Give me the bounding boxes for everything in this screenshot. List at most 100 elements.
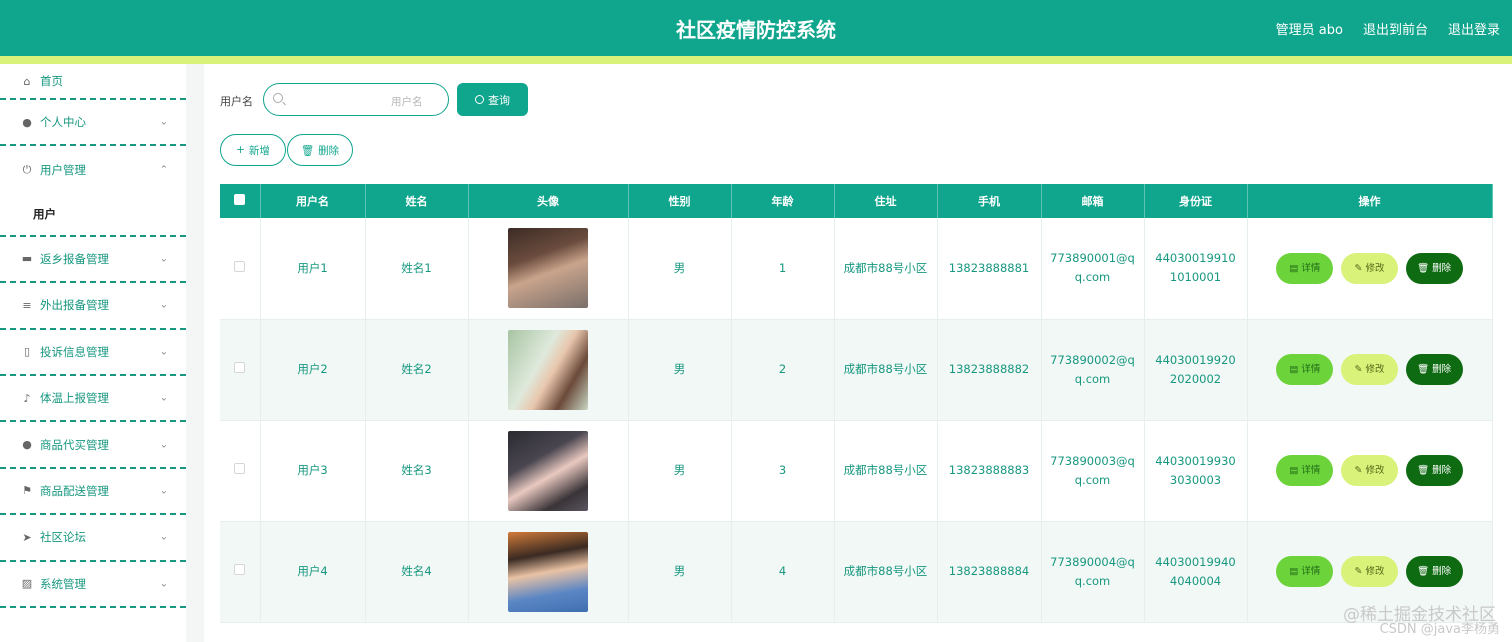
delete-button[interactable]: 🗑 删除	[1405, 556, 1463, 587]
detail-button[interactable]: ▤ 详情	[1276, 252, 1334, 284]
menu-icon: ≡	[22, 298, 32, 312]
sidebar-item-personal-center[interactable]: ● 个人中心 ⌄	[0, 100, 186, 147]
delete-label: 删除	[1432, 566, 1452, 577]
table-row: 用户2 姓名2 男 2 成都市88号小区 13823888882 7738900…	[220, 319, 1493, 421]
back-to-frontend-link[interactable]: 退出到前台	[1363, 19, 1428, 38]
edit-label: 修改	[1365, 262, 1385, 274]
edit-button[interactable]: ✎ 修改	[1341, 354, 1398, 385]
delete-button[interactable]: 🗑 删除	[1405, 455, 1463, 486]
detail-button[interactable]: ▤ 详情	[1276, 556, 1334, 587]
watermark-author: CSDN @java李杨勇	[1379, 622, 1500, 637]
sidebar-item-label: 首页	[40, 74, 63, 88]
cell-name: 姓名1	[365, 218, 469, 320]
chevron-down-icon: ⌄	[159, 578, 168, 590]
cell-address: 成都市88号小区	[834, 521, 938, 623]
bulk-delete-button[interactable]: 🗑 删除	[287, 134, 353, 166]
avatar	[508, 531, 588, 612]
detail-button[interactable]: ▤ 详情	[1276, 455, 1334, 486]
chevron-down-icon: ⌄	[159, 485, 168, 497]
pencil-icon: ✎	[1354, 465, 1363, 476]
cell-age: 1	[731, 218, 835, 320]
row-checkbox[interactable]	[234, 564, 246, 575]
column-header: 操作	[1247, 184, 1493, 218]
sidebar-item-complaints[interactable]: ▯ 投诉信息管理 ⌄	[0, 330, 186, 376]
cell-email: 773890002@qq.com	[1041, 319, 1145, 421]
column-header: 邮箱	[1041, 184, 1145, 218]
sidebar-item-home[interactable]: ⌂ 首页	[0, 64, 186, 100]
detail-button[interactable]: ▤ 详情	[1276, 354, 1334, 385]
header-accent-stripe	[0, 56, 1512, 64]
doc-icon: ▤	[1289, 262, 1299, 274]
delete-label: 删除	[1432, 262, 1452, 274]
sidebar-item-temperature[interactable]: ♪ 体温上报管理 ⌄	[0, 376, 186, 423]
doc-icon: ▤	[1289, 364, 1299, 375]
delete-button[interactable]: 🗑 删除	[1405, 354, 1463, 385]
doc-icon: ▤	[1289, 465, 1299, 476]
mic-icon: ♪	[23, 391, 31, 405]
select-all-checkbox[interactable]	[220, 184, 261, 218]
detail-label: 详情	[1301, 566, 1321, 577]
search-input[interactable]: 用户名	[263, 83, 449, 116]
sidebar-item-return-report[interactable]: ▬ 返乡报备管理 ⌄	[0, 237, 186, 284]
send-icon: ➤	[22, 530, 32, 544]
edit-label: 修改	[1365, 566, 1385, 577]
delete-button[interactable]: 🗑 删除	[1405, 252, 1463, 284]
pencil-icon: ✎	[1354, 566, 1363, 577]
edit-button[interactable]: ✎ 修改	[1341, 252, 1398, 284]
chevron-down-icon: ⌄	[159, 116, 168, 128]
column-header: 手机	[937, 184, 1042, 218]
table-row: 用户4 姓名4 男 4 成都市88号小区 13823888884 7738900…	[220, 521, 1493, 623]
cell-gender: 男	[628, 521, 732, 623]
cell-phone: 13823888883	[937, 420, 1042, 522]
admin-user-link[interactable]: 管理员 abo	[1276, 19, 1343, 38]
column-header: 性别	[628, 184, 732, 218]
sidebar-item-delivery[interactable]: ⚑ 商品配送管理 ⌄	[0, 469, 186, 516]
edit-button[interactable]: ✎ 修改	[1341, 556, 1398, 587]
sidebar-item-label: 外出报备管理	[40, 298, 109, 313]
sidebar-item-system[interactable]: ▨ 系统管理 ⌄	[0, 562, 186, 608]
cell-name: 姓名2	[365, 319, 469, 421]
add-button[interactable]: + 新增	[220, 134, 286, 166]
search-button-label: 查询	[488, 93, 510, 107]
plus-icon: +	[236, 144, 245, 156]
table-row: 用户1 姓名1 男 1 成都市88号小区 13823888881 7738900…	[220, 218, 1493, 320]
chevron-down-icon: ⌄	[159, 392, 168, 404]
sidebar-subitem-users[interactable]: 用户	[0, 193, 186, 237]
row-checkbox[interactable]	[234, 362, 246, 373]
chat-icon: ▬	[21, 252, 33, 266]
user-icon: ●	[22, 438, 32, 452]
add-button-label: 新增	[248, 144, 270, 157]
chevron-down-icon: ⌄	[159, 253, 168, 265]
sidebar-item-label: 个人中心	[40, 115, 86, 130]
edit-label: 修改	[1365, 364, 1385, 375]
row-checkbox[interactable]	[234, 463, 246, 474]
sidebar: ⌂ 首页 ● 个人中心 ⌄ ⏻ 用户管理 ⌃ 用户 ▬ 返乡报备管理 ⌄ ≡ 外…	[0, 64, 186, 642]
chevron-up-icon: ⌃	[159, 164, 168, 176]
search-icon	[475, 95, 484, 104]
sidebar-item-label: 体温上报管理	[40, 391, 109, 406]
detail-label: 详情	[1301, 262, 1321, 274]
cell-age: 3	[731, 420, 835, 522]
row-checkbox[interactable]	[234, 260, 246, 272]
user-table: 用户名 姓名 头像 性别 年龄 住址 手机 邮箱 身份证 操作 用户1 姓名1 …	[220, 184, 1493, 623]
sidebar-item-forum[interactable]: ➤ 社区论坛 ⌄	[0, 515, 186, 562]
trash-icon: 🗑	[1417, 465, 1430, 476]
trash-icon: 🗑	[1417, 262, 1430, 274]
sidebar-item-proxy-purchase[interactable]: ● 商品代买管理 ⌄	[0, 422, 186, 469]
main-content: 用户名 用户名 查询 + 新增 🗑 删除 用户名 姓名 头像 性别 年龄 住址 …	[204, 64, 1512, 642]
sidebar-item-label: 商品代买管理	[40, 437, 109, 452]
column-header: 年龄	[731, 184, 835, 218]
sidebar-item-outing-report[interactable]: ≡ 外出报备管理 ⌄	[0, 283, 186, 330]
avatar	[508, 329, 588, 410]
edit-button[interactable]: ✎ 修改	[1341, 455, 1398, 486]
pencil-icon: ✎	[1354, 262, 1363, 274]
sidebar-item-user-management[interactable]: ⏻ 用户管理 ⌃	[0, 146, 186, 192]
search-button[interactable]: 查询	[457, 83, 528, 116]
avatar	[508, 228, 588, 309]
chart-icon: ▨	[21, 577, 33, 591]
column-header: 身份证	[1144, 184, 1248, 218]
top-bar: 社区疫情防控系统 管理员 abo 退出到前台 退出登录	[0, 0, 1512, 56]
cell-id-card: 440300199303030003	[1144, 420, 1248, 522]
sidebar-item-label: 投诉信息管理	[40, 344, 109, 359]
logout-link[interactable]: 退出登录	[1448, 19, 1500, 38]
